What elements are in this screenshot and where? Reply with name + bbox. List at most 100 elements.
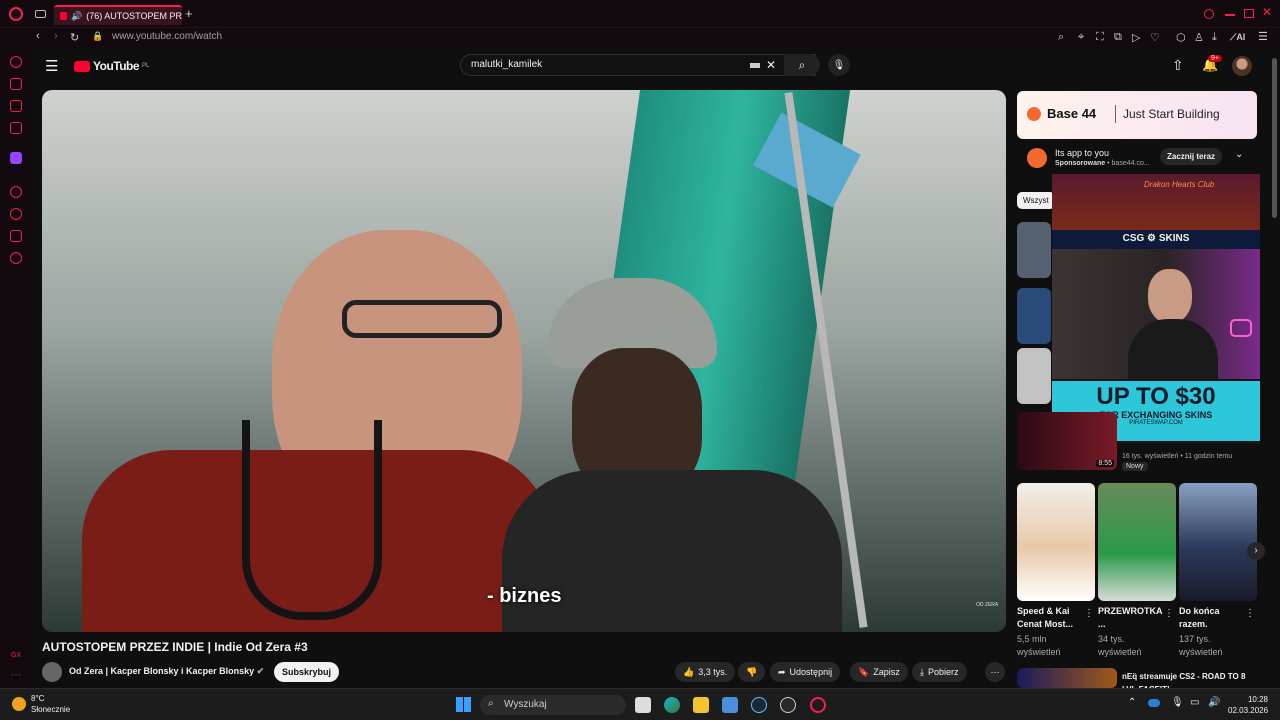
download-icon[interactable]: ⤓ <box>1212 31 1217 44</box>
pin-icon[interactable]: ⌖ <box>1078 31 1084 44</box>
zoom-icon[interactable]: ⌕ <box>1058 31 1064 44</box>
short-thumb-przewrotka[interactable] <box>1098 483 1176 601</box>
opera-gx-logo-icon[interactable] <box>9 7 23 21</box>
shorts-next-button[interactable]: › <box>1247 542 1265 560</box>
heart-icon[interactable]: ♡ <box>1150 31 1160 44</box>
opera-gx-taskbar-icon[interactable] <box>810 697 826 713</box>
steam-icon[interactable] <box>751 697 767 713</box>
ai-button[interactable]: ⟋AI <box>1230 32 1245 43</box>
player-sidebar-icon[interactable] <box>10 186 22 198</box>
tab-youtube-video[interactable]: 🔊 (76) AUTOSTOPEM PR <box>54 5 182 25</box>
sun-icon <box>12 697 26 711</box>
speaker-icon[interactable]: 🔊 <box>71 11 82 22</box>
volume-icon[interactable]: 🔊 <box>1208 697 1220 708</box>
feed-thumb-3[interactable] <box>1017 348 1051 404</box>
reload-icon[interactable]: ↻ <box>70 31 79 44</box>
profile-icon[interactable]: ♙ <box>1194 31 1204 44</box>
short-thumb-do-konca[interactable] <box>1179 483 1257 601</box>
more-icon[interactable]: ⋯ <box>11 670 21 681</box>
minimize-button[interactable] <box>1225 14 1235 16</box>
feed-thumb-2[interactable] <box>1017 288 1051 344</box>
more-actions-button[interactable]: ⋯ <box>985 662 1005 682</box>
onedrive-icon[interactable] <box>1148 699 1160 707</box>
tab-island-icon[interactable] <box>35 10 46 18</box>
tray-chevron-icon[interactable]: ⌃ <box>1128 697 1136 708</box>
video-duration-badge: 8:55 <box>1096 460 1114 467</box>
twitch-icon[interactable] <box>10 152 22 164</box>
copy-icon[interactable]: ⧉ <box>1114 31 1122 44</box>
dislike-button[interactable]: 👎 <box>738 662 766 682</box>
voice-search-button[interactable]: 🎙 <box>828 54 850 76</box>
steam-helper-icon[interactable] <box>780 697 796 713</box>
history-icon[interactable] <box>10 208 22 220</box>
save-button[interactable]: 🔖 Zapisz <box>850 662 908 682</box>
forward-icon[interactable]: › <box>54 30 58 42</box>
start-icon[interactable] <box>456 697 471 712</box>
player-icon[interactable]: ▷ <box>1132 31 1140 44</box>
file-explorer-icon[interactable] <box>693 697 709 713</box>
chevron-down-icon[interactable]: ⌄ <box>1235 149 1243 160</box>
url-field[interactable]: www.youtube.com/watch <box>112 31 222 42</box>
lanyard <box>242 420 382 620</box>
menu-icon[interactable]: ☰ <box>45 57 58 75</box>
ad-banner[interactable]: Base 44 Just Start Building <box>1017 91 1257 139</box>
subscribe-button[interactable]: Subskrybuj <box>274 662 340 682</box>
clock[interactable]: 10:28 02.03.2026 <box>1228 694 1268 716</box>
share-button[interactable]: ➦ Udostępnij <box>770 662 841 682</box>
weather-widget[interactable]: 8°C Słonecznie <box>12 693 70 715</box>
filter-chip-all[interactable]: Wszyst <box>1017 192 1055 209</box>
overlay-ad[interactable]: Drakon Hearts Club CSG ⚙ SKINS UP TO $30… <box>1052 174 1260 444</box>
youtube-favicon-icon <box>60 12 68 20</box>
instagram-icon[interactable] <box>10 122 22 134</box>
search-input[interactable]: malutki_kamilek <box>460 54 816 76</box>
ad-divider <box>1115 105 1116 123</box>
taskbar-search[interactable]: ⌕ Wyszukaj <box>480 695 626 715</box>
gx-label: GX <box>11 652 22 659</box>
mic-tray-icon[interactable]: 🎙 <box>1171 697 1184 708</box>
ad-cta-button[interactable]: Zacznij teraz <box>1160 148 1223 165</box>
store-icon[interactable] <box>722 697 738 713</box>
clear-search-icon[interactable]: ✕ <box>766 58 776 72</box>
upload-icon[interactable]: ⇧ <box>1172 57 1184 74</box>
short-menu-icon[interactable]: ⋮ <box>1084 608 1094 619</box>
lock-icon: 🔒 <box>92 31 104 41</box>
search-button[interactable]: ⌕ <box>784 54 820 76</box>
short-menu-icon[interactable]: ⋮ <box>1245 608 1255 619</box>
video-player[interactable]: - biznes OD ZERA <box>42 90 1006 632</box>
back-icon[interactable]: ‹ <box>36 30 40 42</box>
short-title[interactable]: Speed & Kai Cenat Most... <box>1017 605 1087 631</box>
search-tabs-icon[interactable] <box>1204 9 1214 19</box>
maximize-button[interactable] <box>1244 9 1254 18</box>
snapshot-icon[interactable]: ⛶ <box>1096 31 1104 44</box>
new-tab-button[interactable]: + <box>185 6 193 21</box>
short-thumb-speed[interactable] <box>1017 483 1095 601</box>
feed-title-stream[interactable]: nEq̈ streamuje CS2 - ROAD TO 8 LVL FACEI… <box>1122 670 1252 688</box>
page-scrollbar[interactable] <box>1272 58 1277 218</box>
messenger-icon[interactable] <box>10 100 22 112</box>
channel-name[interactable]: Od Zera | Kacper Blonsky i Kacper Blonsk… <box>69 666 264 677</box>
gx-corner-icon[interactable] <box>10 78 22 90</box>
short-title[interactable]: PRZEWROTKA ... <box>1098 605 1162 631</box>
short-menu-icon[interactable]: ⋮ <box>1164 608 1174 619</box>
easy-setup-icon[interactable]: ☰ <box>1258 30 1268 43</box>
short-title[interactable]: Do końca razem. <box>1179 605 1235 631</box>
edge-icon[interactable] <box>664 697 680 713</box>
network-icon[interactable]: ▭ <box>1190 697 1199 708</box>
gx-control-icon[interactable] <box>10 56 22 68</box>
like-button[interactable]: 👍 3,3 tys. <box>675 662 736 682</box>
extensions-icon[interactable]: ⬡ <box>1176 31 1186 44</box>
feed-thumb-stream[interactable] <box>1017 668 1117 688</box>
feed-thumb-4[interactable]: 8:55 <box>1017 412 1117 470</box>
avatar[interactable] <box>1232 56 1252 76</box>
youtube-logo[interactable]: YouTube PL <box>74 59 149 73</box>
task-view-icon[interactable] <box>635 697 651 713</box>
feed-thumb-1[interactable] <box>1017 222 1051 278</box>
ad-info-row[interactable]: Its app to you Sponsorowane • base44.co.… <box>1017 140 1257 174</box>
bar-sign: Drakon Hearts Club <box>1144 180 1215 189</box>
settings-icon[interactable] <box>10 252 22 264</box>
extensions-sidebar-icon[interactable] <box>10 230 22 242</box>
close-window-button[interactable]: ✕ <box>1262 5 1272 19</box>
channel-avatar[interactable] <box>42 662 62 682</box>
download-button[interactable]: ⤓ Pobierz <box>912 662 967 682</box>
keyboard-icon[interactable] <box>750 63 760 68</box>
